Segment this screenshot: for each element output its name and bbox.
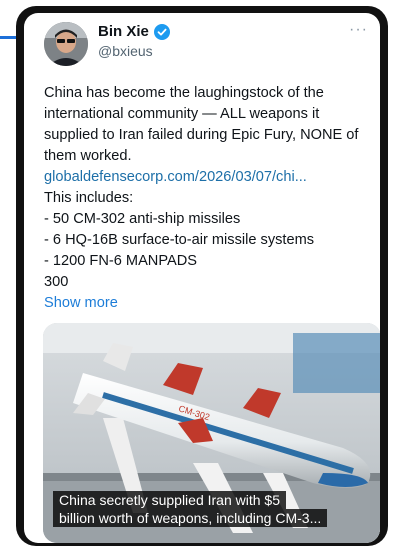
caption-line: China secretly supplied Iran with $5 [53, 491, 287, 509]
author-display-name[interactable]: Bin Xie [98, 23, 149, 40]
author-handle[interactable]: @bxieus [98, 43, 153, 59]
author-name-row[interactable]: Bin Xie [98, 23, 170, 40]
avatar[interactable] [44, 22, 88, 66]
more-horizontal-icon[interactable]: ··· [349, 21, 368, 39]
post-text: China has become the laughingstock of th… [44, 85, 359, 164]
list-item: 300 [44, 274, 69, 290]
post-media-image[interactable]: CM-302 China secretly supplied Iran with… [43, 323, 380, 543]
post-link[interactable]: globaldefensecorp.com/2026/03/07/chi... [44, 169, 307, 185]
post-card[interactable]: Bin Xie @bxieus ··· China has become the… [24, 13, 380, 543]
post-intro: This includes: [44, 190, 134, 206]
avatar-image [44, 22, 88, 66]
list-item: - 6 HQ-16B surface-to-air missile system… [44, 232, 315, 248]
post-body: China has become the laughingstock of th… [44, 83, 374, 314]
verified-badge-icon [153, 23, 170, 40]
list-item: - 1200 FN-6 MANPADS [44, 253, 198, 269]
show-more-link[interactable]: Show more [44, 295, 118, 311]
media-caption: China secretly supplied Iran with $5 bil… [53, 491, 328, 527]
caption-line: billion worth of weapons, including CM-3… [53, 509, 328, 527]
list-item: - 50 CM-302 anti-ship missiles [44, 211, 241, 227]
